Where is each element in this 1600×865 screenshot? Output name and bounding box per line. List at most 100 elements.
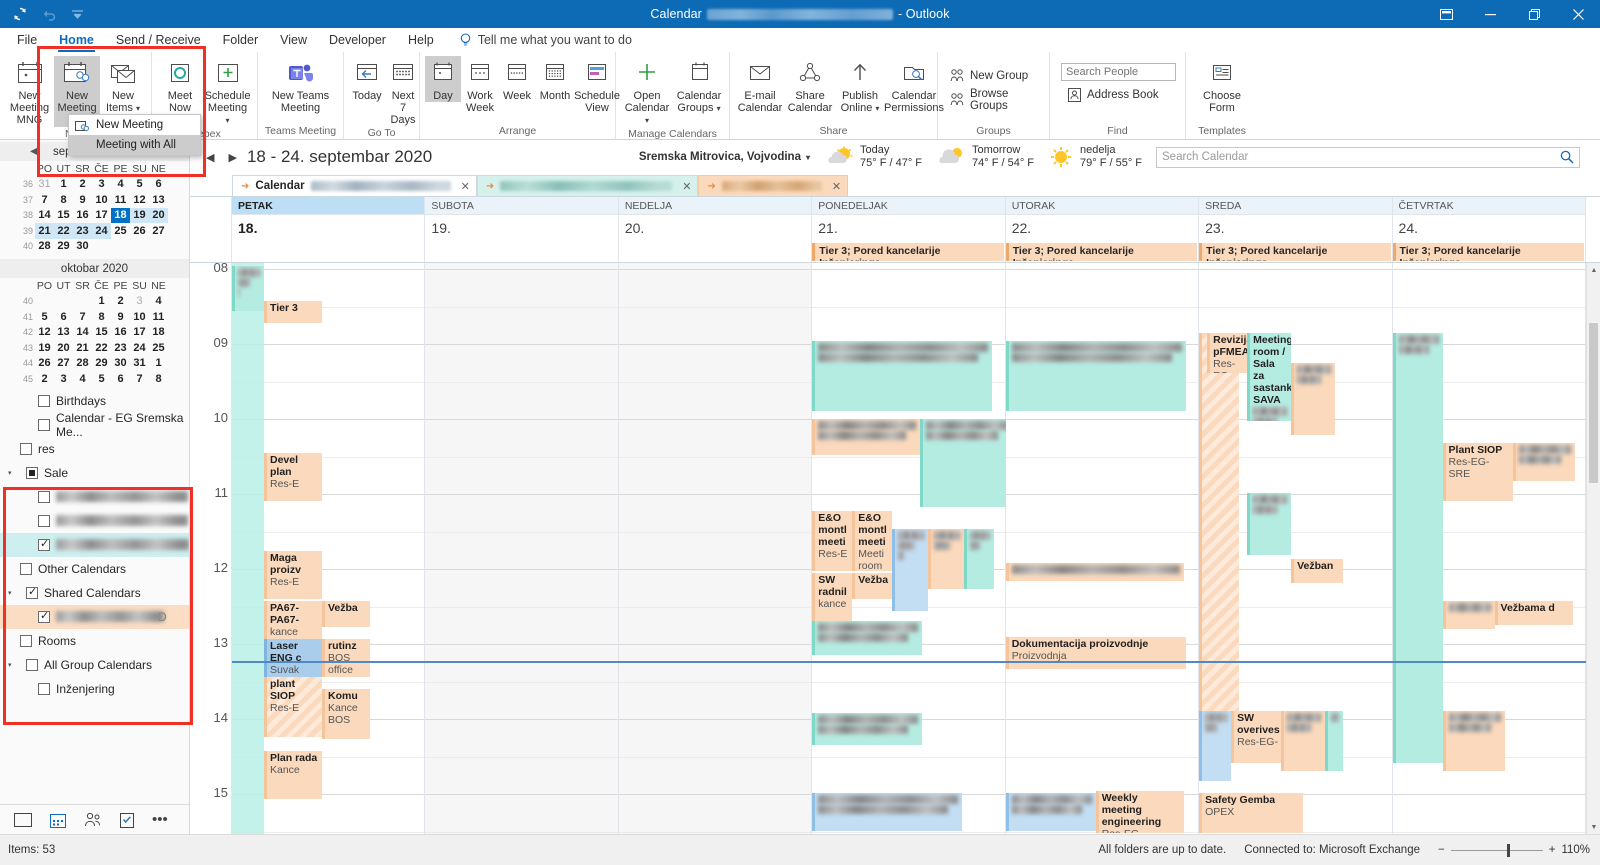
all-day-cell-5[interactable]: Tier 3; Pored kancelarije Inženjeringa: [1199, 242, 1393, 262]
calendar-event[interactable]: E&O montl meetiMeeti room Dunav: [852, 511, 893, 571]
minical-day[interactable]: 16: [111, 325, 130, 341]
prev-period-button[interactable]: ◀: [206, 151, 214, 164]
calendar-folder-item[interactable]: Inženjering: [0, 677, 189, 701]
today-button[interactable]: Today: [349, 56, 385, 102]
minical-day[interactable]: 14: [73, 325, 92, 341]
minical-day[interactable]: 15: [54, 208, 73, 224]
calendar-event[interactable]: [1005, 793, 1096, 831]
minical-day[interactable]: 19: [130, 207, 149, 223]
calendar-permissions-button[interactable]: Calendar Permissions: [884, 56, 944, 114]
tab-file[interactable]: File: [6, 30, 48, 51]
folder-checkbox[interactable]: [38, 514, 50, 527]
minical-day[interactable]: 31: [35, 177, 54, 193]
minical-day[interactable]: 25: [111, 223, 130, 239]
calendar-folder-item[interactable]: ▾ Sale: [0, 461, 189, 485]
calendar-folder-item[interactable]: res: [0, 437, 189, 461]
calendar-event[interactable]: plant SIOP Res-E: [264, 677, 322, 737]
all-day-cell-2[interactable]: [619, 242, 813, 262]
minical-day[interactable]: 2: [35, 371, 54, 387]
schedule-meeting-button[interactable]: Schedule Meeting ▾: [203, 56, 252, 127]
day-column-6[interactable]: Plant SIOP Res-EG-SRE Vežbama d: [1392, 263, 1586, 834]
calendar-event[interactable]: [1281, 711, 1326, 771]
minical-day[interactable]: 8: [149, 371, 168, 387]
week-view-button[interactable]: Week: [499, 56, 535, 102]
calendar-event[interactable]: [1291, 363, 1336, 435]
minical-day[interactable]: 26: [130, 223, 149, 239]
calendar-tab-2-close-icon[interactable]: ✕: [832, 180, 841, 193]
minical-day[interactable]: 7: [35, 192, 54, 208]
close-icon[interactable]: [1556, 0, 1600, 28]
menu-item-new-meeting[interactable]: New Meeting: [69, 115, 200, 135]
undo-icon[interactable]: [42, 8, 57, 21]
all-day-cell-3[interactable]: Tier 3; Pored kancelarije Inženjeringa: [812, 242, 1006, 262]
calendar-folder-item[interactable]: Calendar - EG Sremska Me...: [0, 411, 189, 439]
minical-day[interactable]: 27: [149, 223, 168, 239]
minical-day[interactable]: 22: [54, 223, 73, 239]
minical-day[interactable]: 2: [73, 177, 92, 193]
calendar-event[interactable]: PA67- PA67- kance: [264, 601, 322, 639]
new-meeting-dropdown-menu[interactable]: New Meeting Meeting with All: [68, 114, 201, 156]
calendar-event[interactable]: SW overives Res-EG-: [1231, 711, 1282, 763]
calendar-event[interactable]: Plant SIOP Res-EG-SRE: [1442, 443, 1513, 501]
pin-icon[interactable]: ➜: [707, 181, 715, 192]
calendar-event[interactable]: [964, 529, 995, 589]
minical-day[interactable]: 4: [111, 177, 130, 193]
minical-day[interactable]: 25: [149, 340, 168, 356]
minical-day[interactable]: 17: [130, 325, 149, 341]
minical-day[interactable]: 6: [149, 177, 168, 193]
calendar-event[interactable]: [812, 621, 923, 655]
calendar-event[interactable]: [812, 341, 993, 411]
all-day-event[interactable]: Tier 3; Pored kancelarije Inženjeringa: [1199, 243, 1391, 261]
new-group-button[interactable]: New Group: [943, 66, 1034, 86]
day-header-5[interactable]: SREDA 23.: [1199, 197, 1393, 242]
day-column-4[interactable]: Dokumentacija proizvodnje Proizvodnja Week…: [1005, 263, 1200, 834]
calendar-event[interactable]: [1199, 711, 1232, 781]
calendar-event[interactable]: [812, 793, 963, 831]
calendar-event[interactable]: [1199, 333, 1240, 763]
folder-checkbox[interactable]: [20, 634, 32, 647]
minical-day[interactable]: 3: [130, 294, 149, 310]
open-calendar-button[interactable]: Open Calendar ▾: [621, 56, 673, 127]
ribbon-display-options-icon[interactable]: [1424, 0, 1468, 28]
day-view-button[interactable]: Day: [425, 56, 461, 102]
day-header-6[interactable]: ČETVRTAK 24.: [1392, 197, 1586, 242]
folder-checkbox[interactable]: [38, 394, 50, 407]
minical-day[interactable]: 1: [54, 177, 73, 193]
calendar-event[interactable]: Vežba: [852, 573, 893, 599]
calendar-event[interactable]: Plan rada Kance: [264, 751, 322, 799]
minical-day[interactable]: 30: [111, 356, 130, 372]
folder-checkbox[interactable]: [38, 490, 50, 503]
minical-day[interactable]: 22: [92, 340, 111, 356]
search-icon[interactable]: [1560, 150, 1574, 164]
chevron-down-icon[interactable]: ▾: [875, 104, 879, 113]
pin-icon[interactable]: ➜: [241, 181, 249, 192]
share-calendar-button[interactable]: Share Calendar: [785, 56, 835, 114]
calendar-folder-item[interactable]: ▾ All Group Calendars: [0, 653, 189, 677]
day-column-1[interactable]: [425, 263, 619, 834]
pin-icon[interactable]: ➜: [486, 181, 494, 192]
calendar-scrollbar[interactable]: ▲ ▼: [1586, 263, 1600, 834]
minical-day[interactable]: 27: [54, 356, 73, 372]
all-day-cell-6[interactable]: Tier 3; Pored kancelarije Inženjeringa: [1392, 242, 1586, 262]
minical-day[interactable]: 29: [54, 239, 73, 255]
minical-day[interactable]: 3: [54, 371, 73, 387]
search-people-input[interactable]: [1061, 63, 1176, 81]
minical-day[interactable]: 2: [111, 294, 130, 310]
calendar-event[interactable]: Laser ENG c Suvak: [264, 639, 322, 677]
minical-day[interactable]: 23: [73, 223, 92, 239]
calendar-tab-0[interactable]: ➜ Calendar ✕: [232, 175, 477, 196]
calendar-event[interactable]: Vežban: [1291, 559, 1344, 583]
publish-online-button[interactable]: Publish Online ▾: [835, 56, 885, 115]
minical-day[interactable]: 4: [73, 371, 92, 387]
new-items-button[interactable]: New Items ▾: [100, 56, 146, 115]
calendar-event[interactable]: [892, 529, 929, 611]
minical-day[interactable]: 9: [73, 192, 92, 208]
minical-day[interactable]: [92, 239, 111, 255]
tab-view[interactable]: View: [269, 30, 318, 51]
minical-day[interactable]: 3: [92, 177, 111, 193]
scroll-up-button[interactable]: ▲: [1587, 263, 1600, 277]
minical-day[interactable]: 1: [149, 356, 168, 372]
calendar-event[interactable]: [920, 419, 1013, 507]
calendar-folder-item[interactable]: ▾ Shared Calendars: [0, 581, 189, 605]
schedule-view-button[interactable]: Schedule View: [574, 56, 620, 114]
